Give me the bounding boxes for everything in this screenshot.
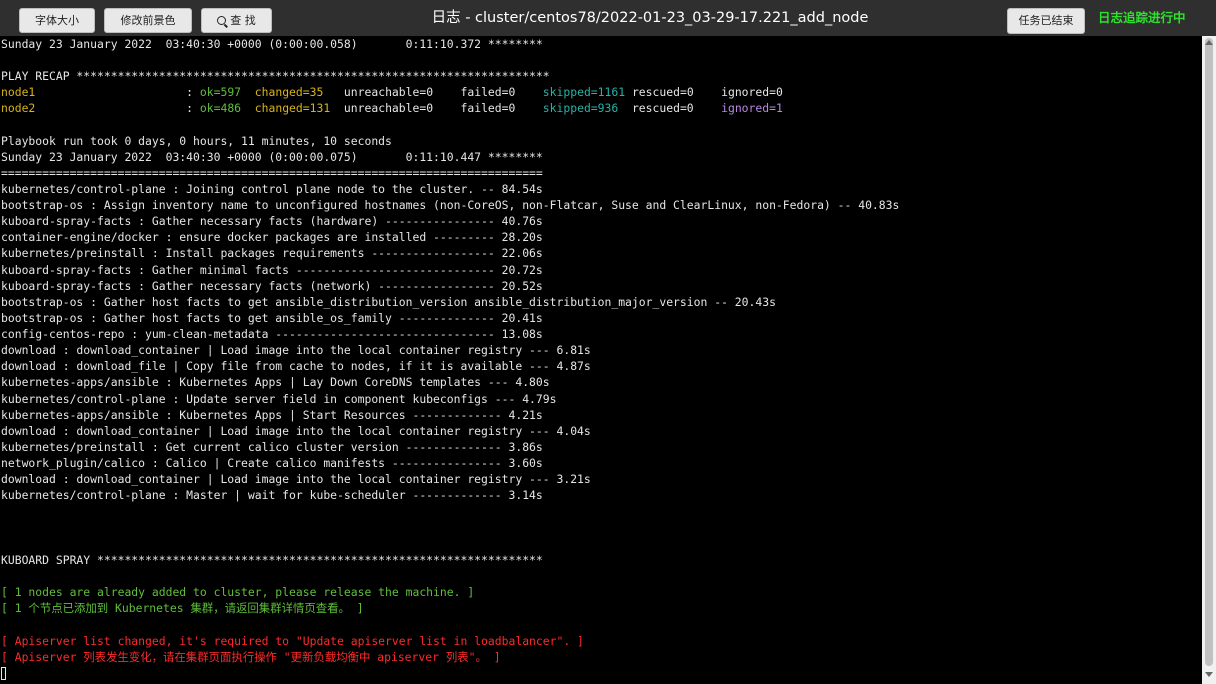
recap-ok: ok=597: [199, 85, 242, 99]
log-line: download : download_file | Copy file fro…: [1, 359, 591, 373]
recap-row-node2: node2 : ok=486 changed=131 unreachable=0…: [1, 100, 783, 116]
log-line: PLAY RECAP *****************************…: [1, 69, 550, 83]
log-line: kubernetes/control-plane : Update server…: [1, 392, 557, 406]
tracking-status: 日志追踪进行中: [1098, 10, 1186, 25]
toolbar: 字体大小 修改前景色 查 找 日志 - cluster/centos78/202…: [0, 0, 1216, 36]
log-line: container-engine/docker : ensure docker …: [1, 230, 543, 244]
log-line: kubernetes/preinstall : Install packages…: [1, 246, 543, 260]
terminal-cursor: [1, 667, 6, 680]
log-line: kubernetes-apps/ansible : Kubernetes App…: [1, 408, 543, 422]
log-line: kuboard-spray-facts : Gather necessary f…: [1, 279, 543, 293]
log-line: Sunday 23 January 2022 03:40:30 +0000 (0…: [1, 37, 543, 51]
log-line: bootstrap-os : Gather host facts to get …: [1, 311, 543, 325]
recap-skipped: skipped=1161: [542, 85, 626, 99]
log-line: kubernetes-apps/ansible : Kubernetes App…: [1, 375, 550, 389]
change-color-button[interactable]: 修改前景色: [104, 8, 192, 33]
log-line: download : download_container | Load ima…: [1, 343, 591, 357]
recap-mid: unreachable=0 failed=0: [330, 101, 543, 115]
scroll-up-arrow-icon[interactable]: [1205, 40, 1213, 45]
log-line: Sunday 23 January 2022 03:40:30 +0000 (0…: [1, 150, 543, 164]
recap-sep: :: [186, 101, 200, 115]
recap-host: node2: [1, 101, 187, 115]
warning-message: [ Apiserver list changed, it's required …: [1, 634, 584, 648]
recap-changed: changed=131: [254, 101, 331, 115]
recap-ok: ok=486: [199, 101, 242, 115]
recap-row-node1: node1 : ok=597 changed=35 unreachable=0 …: [1, 84, 783, 100]
search-button-label: 查 找: [230, 14, 256, 27]
log-line: network_plugin/calico : Calico | Create …: [1, 456, 543, 470]
recap-ignored: ignored=1: [721, 101, 783, 115]
task-finished-button[interactable]: 任务已结束: [1007, 8, 1085, 34]
log-line: Playbook run took 0 days, 0 hours, 11 mi…: [1, 134, 392, 148]
recap-tail: rescued=0 ignored=0: [625, 85, 783, 99]
recap-gap: [241, 101, 255, 115]
search-icon: [217, 16, 227, 25]
log-line: kuboard-spray-facts : Gather necessary f…: [1, 214, 543, 228]
warning-message-zh: [ Apiserver 列表发生变化，请在集群页面执行操作 "更新负载均衡中 a…: [1, 650, 501, 664]
log-line: bootstrap-os : Gather host facts to get …: [1, 295, 776, 309]
log-line: KUBOARD SPRAY **************************…: [1, 553, 543, 567]
scroll-down-arrow-icon[interactable]: [1205, 672, 1213, 677]
recap-mid: unreachable=0 failed=0: [323, 85, 543, 99]
log-line: bootstrap-os : Assign inventory name to …: [1, 198, 900, 212]
log-line: config-centos-repo : yum-clean-metadata …: [1, 327, 543, 341]
info-message: [ 1 nodes are already added to cluster, …: [1, 585, 475, 599]
font-size-button[interactable]: 字体大小: [19, 8, 95, 33]
log-output[interactable]: Sunday 23 January 2022 03:40:30 +0000 (0…: [0, 36, 1202, 684]
info-message-zh: [ 1 个节点已添加到 Kubernetes 集群，请返回集群详情页查看。 ]: [1, 601, 364, 615]
log-line: kubernetes/preinstall : Get current cali…: [1, 440, 543, 454]
recap-sep: :: [186, 85, 200, 99]
log-line: kubernetes/control-plane : Joining contr…: [1, 182, 543, 196]
recap-host: node1: [1, 85, 187, 99]
recap-changed: changed=35: [254, 85, 324, 99]
recap-gap: [241, 85, 255, 99]
search-button[interactable]: 查 找: [201, 8, 272, 33]
log-line: kuboard-spray-facts : Gather minimal fac…: [1, 263, 543, 277]
recap-skipped: skipped=936: [542, 101, 619, 115]
log-line: download : download_container | Load ima…: [1, 472, 591, 486]
recap-gap: rescued=0: [618, 101, 722, 115]
log-line: kubernetes/control-plane : Master | wait…: [1, 488, 543, 502]
log-line: ========================================…: [1, 166, 543, 180]
log-title: 日志 - cluster/centos78/2022-01-23_03-29-1…: [431, 10, 869, 26]
log-line: download : download_container | Load ima…: [1, 424, 591, 438]
scrollbar-thumb[interactable]: [1205, 38, 1213, 666]
